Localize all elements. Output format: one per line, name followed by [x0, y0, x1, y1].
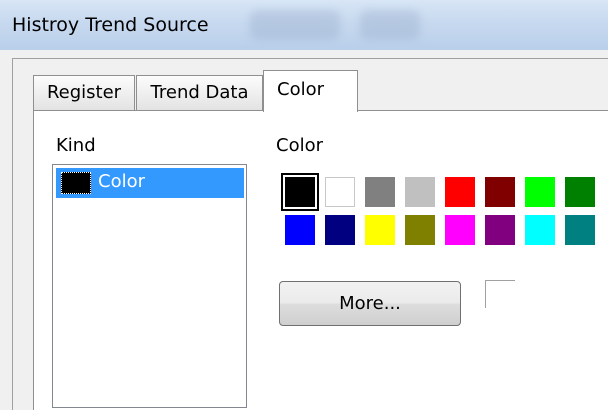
color-swatch[interactable] — [565, 177, 595, 207]
titlebar-blur — [360, 10, 420, 40]
color-swatch[interactable] — [285, 215, 315, 245]
color-swatch[interactable] — [525, 215, 555, 245]
color-swatch[interactable] — [405, 177, 435, 207]
list-item[interactable]: Color — [56, 168, 244, 198]
color-swatch[interactable] — [445, 177, 475, 207]
color-swatch[interactable] — [485, 177, 515, 207]
color-swatch-icon — [61, 172, 91, 194]
tab-label: Color — [277, 79, 324, 100]
tab-label: Register — [46, 82, 122, 103]
kind-label: Kind — [56, 135, 96, 156]
color-swatch[interactable] — [445, 215, 475, 245]
more-colors-button[interactable]: More... — [279, 281, 461, 326]
list-item-label: Color — [98, 171, 145, 192]
tab-color[interactable]: Color — [263, 70, 358, 112]
color-swatch[interactable] — [365, 177, 395, 207]
tab-trend-data[interactable]: Trend Data — [136, 75, 263, 110]
color-swatch[interactable] — [325, 177, 355, 207]
window-title: Histroy Trend Source — [12, 14, 209, 36]
color-swatch[interactable] — [281, 173, 319, 211]
more-button-label: More... — [339, 293, 401, 314]
color-swatch[interactable] — [565, 215, 595, 245]
color-preview — [485, 280, 515, 308]
color-swatch[interactable] — [525, 177, 555, 207]
color-swatch[interactable] — [405, 215, 435, 245]
color-swatch[interactable] — [485, 215, 515, 245]
tab-register[interactable]: Register — [33, 75, 135, 110]
kind-listbox[interactable]: Color — [52, 164, 247, 408]
color-label: Color — [276, 135, 323, 156]
color-swatch[interactable] — [365, 215, 395, 245]
tab-label: Trend Data — [150, 82, 249, 103]
titlebar-blur — [250, 10, 340, 40]
window-titlebar: Histroy Trend Source — [0, 0, 608, 50]
color-swatch[interactable] — [325, 215, 355, 245]
